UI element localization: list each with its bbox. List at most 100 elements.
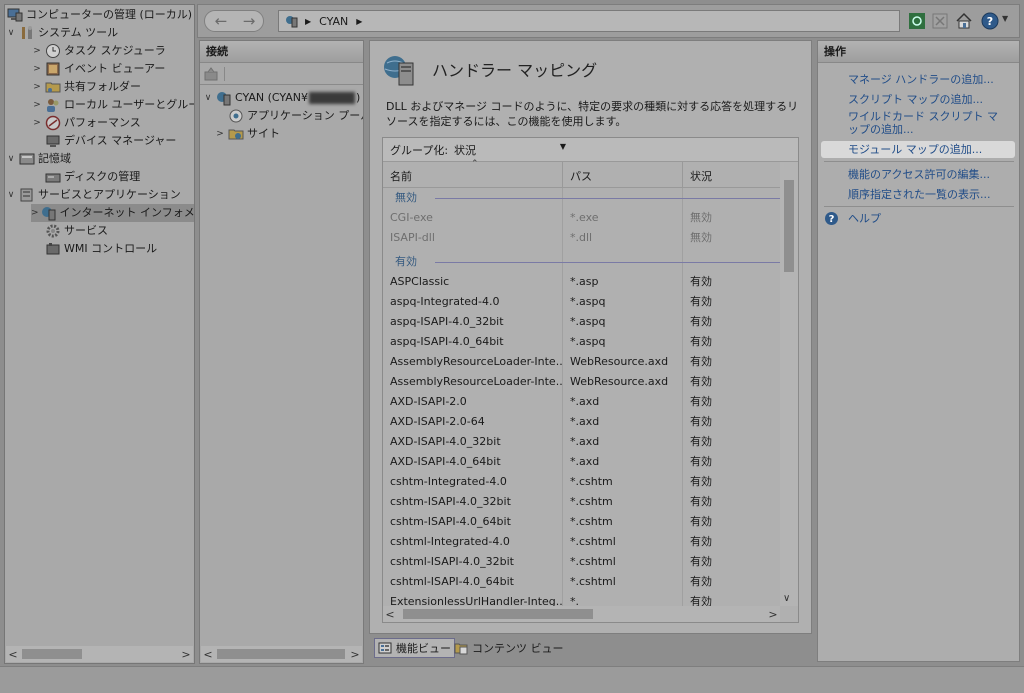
group-header-disabled[interactable]: 無効 xyxy=(383,188,780,208)
tree-item-storage[interactable]: ∨ 記憶域 xyxy=(5,150,71,168)
performance-icon xyxy=(45,115,61,131)
column-divider[interactable] xyxy=(562,162,563,188)
tree-item-disk-management[interactable]: ディスクの管理 xyxy=(43,168,140,186)
table-row[interactable]: cshtm-Integrated-4.0 *.cshtm 有効 xyxy=(383,472,780,492)
column-header-state[interactable]: 状況 xyxy=(690,168,712,184)
cell-state: 有効 xyxy=(690,495,712,508)
expand-right-icon[interactable]: > xyxy=(31,204,39,222)
iis-icon xyxy=(41,205,57,221)
table-row[interactable]: AXD-ISAPI-2.0-64 *.axd 有効 xyxy=(383,412,780,432)
help-icon[interactable]: ? xyxy=(981,12,999,30)
table-row[interactable]: AXD-ISAPI-4.0_32bit *.axd 有効 xyxy=(383,432,780,452)
tree-item-wmi-control[interactable]: WMI コントロール xyxy=(43,240,157,258)
connect-icon[interactable] xyxy=(204,67,218,81)
scroll-right-icon[interactable]: > xyxy=(766,608,780,621)
table-row[interactable]: AssemblyResourceLoader-Inte... WebResourc… xyxy=(383,352,780,372)
expand-down-icon[interactable]: ∨ xyxy=(5,150,17,168)
table-row[interactable]: cshtml-ISAPI-4.0_64bit *.cshtml 有効 xyxy=(383,572,780,592)
tree-item-label: システム ツール xyxy=(38,26,119,39)
table-row[interactable]: AssemblyResourceLoader-Inte... WebResourc… xyxy=(383,372,780,392)
expand-right-icon[interactable]: > xyxy=(31,114,43,132)
scrollbar-thumb[interactable] xyxy=(22,649,82,659)
connections-horizontal-scrollbar[interactable]: < > xyxy=(201,646,362,662)
table-row[interactable]: CGI-exe *.exe 無効 xyxy=(383,208,780,228)
column-header-path[interactable]: パス xyxy=(570,168,592,184)
expand-right-icon[interactable]: > xyxy=(31,78,43,96)
stop-icon[interactable] xyxy=(932,13,948,29)
tree-item-services[interactable]: サービス xyxy=(43,222,108,240)
home-icon[interactable] xyxy=(955,12,973,30)
table-row[interactable]: ASPClassic *.asp 有効 xyxy=(383,272,780,292)
cell-path: *.cshtml xyxy=(570,535,616,548)
table-row[interactable]: AXD-ISAPI-2.0 *.axd 有効 xyxy=(383,392,780,412)
table-row[interactable]: aspq-ISAPI-4.0_64bit *.aspq 有効 xyxy=(383,332,780,352)
table-row[interactable]: aspq-Integrated-4.0 *.aspq 有効 xyxy=(383,292,780,312)
expand-right-icon[interactable]: > xyxy=(31,96,43,114)
tree-item-task-scheduler[interactable]: > タスク スケジューラ xyxy=(31,42,166,60)
chevron-down-icon[interactable]: ▼ xyxy=(560,142,566,158)
tree-item-local-users[interactable]: > ローカル ユーザーとグループ xyxy=(31,96,194,114)
column-divider[interactable] xyxy=(682,162,683,188)
scroll-right-icon[interactable]: > xyxy=(348,648,362,661)
cell-name: cshtm-ISAPI-4.0_32bit xyxy=(390,495,511,508)
table-row[interactable]: aspq-ISAPI-4.0_32bit *.aspq 有効 xyxy=(383,312,780,332)
action-add-wildcard-script-map[interactable]: ワイルドカード スクリプト マップの追加... xyxy=(848,110,1008,136)
action-add-managed-handler[interactable]: マネージ ハンドラーの追加... xyxy=(848,73,994,86)
expand-right-icon[interactable]: > xyxy=(31,42,43,60)
breadcrumb-cyan[interactable]: CYAN xyxy=(319,15,348,28)
scroll-left-icon[interactable]: < xyxy=(6,648,20,661)
table-row[interactable]: cshtml-ISAPI-4.0_32bit *.cshtml 有効 xyxy=(383,552,780,572)
sites-folder-icon xyxy=(228,126,244,142)
scrollbar-thumb[interactable] xyxy=(784,180,794,272)
refresh-icon[interactable] xyxy=(909,13,925,29)
left-tree-horizontal-scrollbar[interactable]: < > xyxy=(6,646,193,662)
expand-right-icon[interactable]: > xyxy=(31,60,43,78)
table-row[interactable]: cshtm-ISAPI-4.0_64bit *.cshtm 有効 xyxy=(383,512,780,532)
grid-vertical-scrollbar[interactable]: ∨ xyxy=(780,162,798,606)
scroll-down-icon[interactable]: ∨ xyxy=(783,593,790,604)
chevron-down-icon[interactable]: ▼ xyxy=(1002,14,1008,23)
tab-features-view[interactable]: 機能ビュー xyxy=(374,638,455,658)
action-add-script-map[interactable]: スクリプト マップの追加... xyxy=(848,93,983,106)
forward-arrow-icon[interactable]: → xyxy=(236,12,262,30)
tree-item-cyan-server[interactable]: ∨ CYAN (CYAN¥ ) xyxy=(202,89,360,107)
action-view-ordered-list[interactable]: 順序指定された一覧の表示... xyxy=(848,188,991,201)
cell-state: 無効 xyxy=(690,211,712,224)
scrollbar-thumb[interactable] xyxy=(403,609,593,619)
action-help[interactable]: ヘルプ xyxy=(848,212,881,225)
expand-down-icon[interactable]: ∨ xyxy=(5,24,17,42)
tree-item-sites[interactable]: > サイト xyxy=(214,125,280,143)
table-row[interactable]: cshtm-ISAPI-4.0_32bit *.cshtm 有効 xyxy=(383,492,780,512)
action-add-module-map[interactable]: モジュール マップの追加... xyxy=(821,141,1015,158)
cell-name: AXD-ISAPI-2.0 xyxy=(390,395,467,408)
back-arrow-icon[interactable]: ← xyxy=(208,12,234,30)
table-row[interactable]: ExtensionlessUrlHandler-Integ... *. 有効 xyxy=(383,592,780,606)
scroll-left-icon[interactable]: < xyxy=(201,648,215,661)
expand-down-icon[interactable]: ∨ xyxy=(5,186,17,204)
tree-item-iis[interactable]: > インターネット インフォメーシ xyxy=(31,204,194,222)
column-header-name[interactable]: 名前 xyxy=(390,168,412,184)
action-edit-feature-permissions[interactable]: 機能のアクセス許可の編集... xyxy=(848,168,990,181)
expand-right-icon[interactable]: > xyxy=(214,125,226,143)
tree-item-system-tools[interactable]: ∨ システム ツール xyxy=(5,24,118,42)
tree-item-device-manager[interactable]: デバイス マネージャー xyxy=(43,132,176,150)
tree-item-performance[interactable]: > パフォーマンス xyxy=(31,114,141,132)
table-row[interactable]: AXD-ISAPI-4.0_64bit *.axd 有効 xyxy=(383,452,780,472)
expand-down-icon[interactable]: ∨ xyxy=(202,89,214,107)
tree-item-services-apps[interactable]: ∨ サービスとアプリケーション xyxy=(5,186,181,204)
tab-content-view[interactable]: コンテンツ ビュー xyxy=(451,638,567,658)
tree-item-app-pools[interactable]: アプリケーション プール xyxy=(226,107,363,125)
address-bar[interactable]: ▶ CYAN ▶ xyxy=(278,10,900,32)
scroll-right-icon[interactable]: > xyxy=(179,648,193,661)
scroll-left-icon[interactable]: < xyxy=(383,608,397,621)
tree-item-shared-folders[interactable]: > 共有フォルダー xyxy=(31,78,141,96)
group-header-enabled[interactable]: 有効 xyxy=(383,252,780,272)
table-row[interactable]: cshtml-Integrated-4.0 *.cshtml 有効 xyxy=(383,532,780,552)
tree-item-computer-management[interactable]: コンピューターの管理 (ローカル) xyxy=(5,6,192,24)
table-row[interactable]: ISAPI-dll *.dll 無効 xyxy=(383,228,780,248)
scrollbar-thumb[interactable] xyxy=(217,649,345,659)
grid-horizontal-scrollbar[interactable]: < > xyxy=(383,606,780,622)
breadcrumb-separator-icon[interactable]: ▶ xyxy=(356,17,362,26)
group-by-select[interactable]: 状況 ▼ xyxy=(454,142,566,158)
tree-item-event-viewer[interactable]: > イベント ビューアー xyxy=(31,60,165,78)
